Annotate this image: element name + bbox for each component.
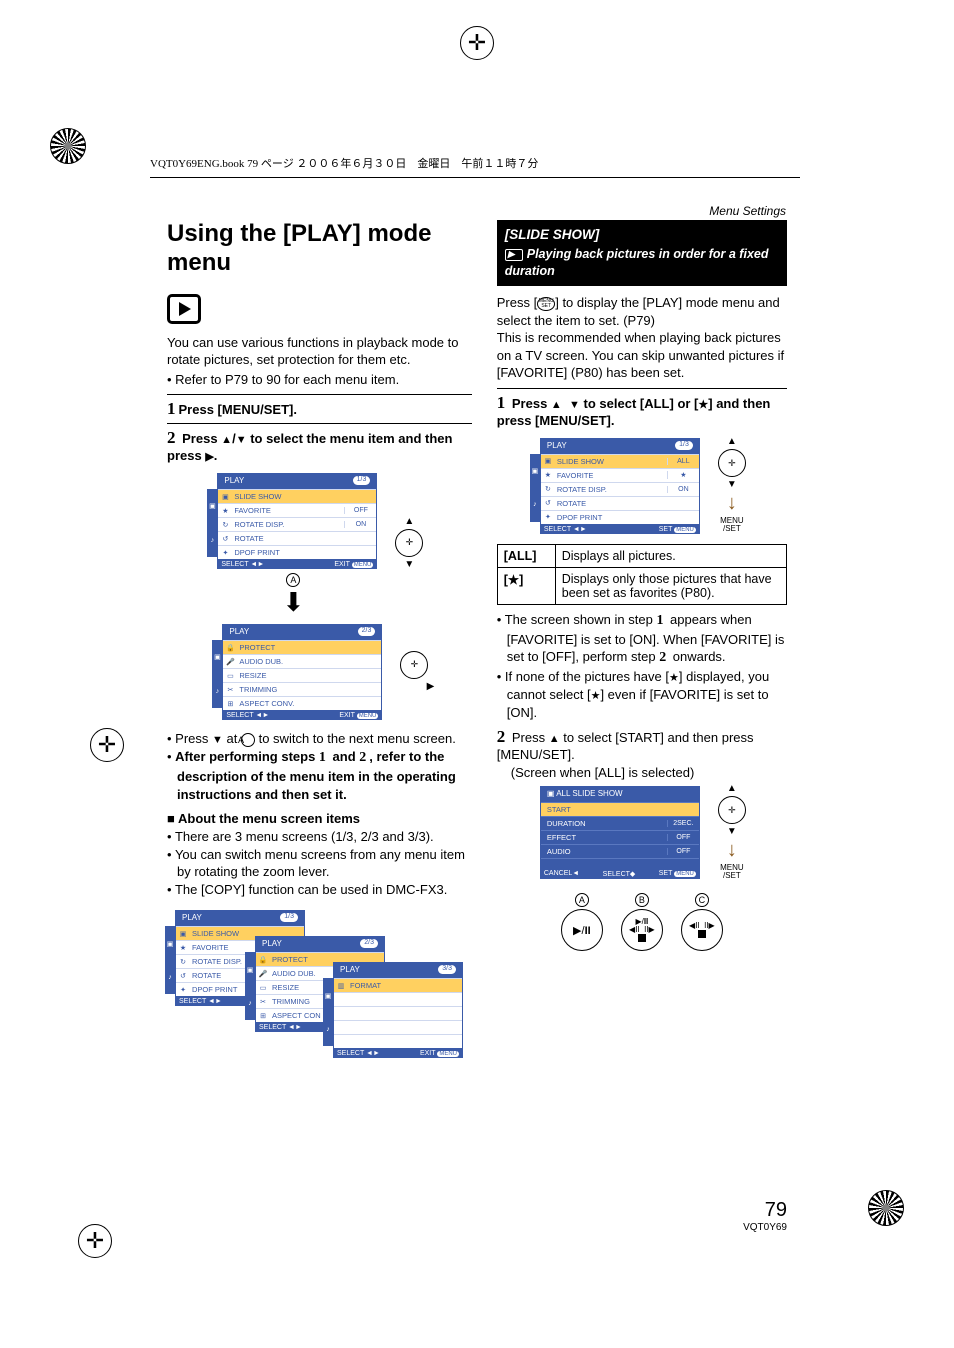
slideshow-intro: Press [MENUSET] to display the [PLAY] mo… (497, 294, 787, 329)
right-note: The screen shown in step 1 appears when … (497, 611, 787, 668)
joystick-icon: ✛ (400, 651, 428, 679)
right-step-2: 2 Press to select [START] and then press… (497, 727, 787, 780)
nav-up-icon: ▲ (404, 516, 414, 527)
nav-down-icon: ▼ (727, 479, 737, 490)
down-arrow-icon (569, 396, 580, 411)
after-steps-note: After performing steps 1 and 2, refer to… (167, 748, 472, 803)
up-arrow-icon (551, 396, 562, 411)
down-transition-icon (209, 587, 377, 618)
label-a: A (286, 573, 300, 587)
page-title: Using the [PLAY] mode menu (167, 220, 472, 278)
about-item: There are 3 menu screens (1/3, 2/3 and 3… (167, 828, 472, 846)
registration-target-icon (460, 26, 494, 60)
intro-ref: Refer to P79 to 90 for each menu item. (167, 371, 472, 389)
about-heading: About the menu screen items (167, 811, 472, 826)
down-arrow-icon (236, 431, 247, 446)
up-arrow-icon (549, 730, 560, 745)
slideshow-heading-box: [SLIDE SHOW] Playing back pictures in or… (497, 220, 787, 286)
right-arrow-icon (205, 448, 213, 463)
label-c: C (695, 893, 709, 907)
print-header: VQT0Y69ENG.book 79 ページ ２００６年６月３０日 金曜日 午前… (150, 155, 800, 178)
crop-mark-icon (868, 1190, 904, 1226)
menu-screenshot-1: ▣♪ PLAY1/3 ▣SLIDE SHOW ★FAVORITEOFF ↻ROT… (167, 467, 472, 618)
step-1: 1Press [MENU/SET]. (167, 394, 472, 424)
right-step-2-note: (Screen when [ALL] is selected) (511, 765, 787, 780)
running-header: Menu Settings (709, 204, 786, 218)
joystick-icon: ✛ (718, 796, 746, 824)
options-table: [ALL]Displays all pictures. [★]Displays … (497, 544, 787, 605)
right-menu-screenshot-1: ▣♪ PLAY1/3 ▣SLIDE SHOWALL ★FAVORITE★ ↻RO… (497, 432, 787, 538)
crop-mark-icon (50, 128, 86, 164)
menu-set-label: MENU/SET (720, 517, 744, 533)
nav-down-icon: ▼ (404, 559, 414, 570)
joystick-icon: ✛ (395, 529, 423, 557)
joystick-icon: ✛ (718, 449, 746, 477)
right-note: If none of the pictures have [] displaye… (497, 668, 787, 721)
menu-set-button-icon: MENUSET (537, 297, 555, 311)
nav-up-icon: ▲ (727, 783, 737, 794)
step-2: 2 Press / to select the menu item and th… (167, 428, 472, 463)
label-a: A (575, 893, 589, 907)
slideshow-intro-2: This is recommended when playing back pi… (497, 329, 787, 382)
nav-up-icon: ▲ (727, 436, 737, 447)
select-arrow-icon (727, 492, 737, 515)
right-column: [SLIDE SHOW] Playing back pictures in or… (497, 220, 787, 1258)
select-arrow-icon (727, 839, 737, 862)
slideshow-icon (505, 249, 523, 261)
menu-set-label: MENU/SET (720, 864, 744, 880)
remote-controls: A▶/II B▶/II◀II II▶ C◀II II▶ (497, 893, 787, 951)
star-icon (698, 396, 708, 411)
intro-text: You can use various functions in playbac… (167, 334, 472, 369)
right-menu-screenshot-2: ▣ ALL SLIDE SHOW START DURATION2SEC. EFF… (497, 780, 787, 883)
registration-target-icon (78, 1224, 112, 1258)
page-footer: 79 VQT0Y69 (743, 1199, 787, 1233)
menu-screenshot-2: ▣♪ PLAY2/3 🔒PROTECT 🎤AUDIO DUB. ▭RESIZE … (167, 618, 472, 724)
stacked-menu-screenshots: ▣♪ PLAY1/3 ▣SLIDE SHOW ★FAVORITE ↻ROTATE… (167, 904, 472, 1094)
about-item: The [COPY] function can be used in DMC-F… (167, 881, 472, 899)
book-line: VQT0Y69ENG.book 79 ページ ２００６年６月３０日 金曜日 午前… (150, 158, 538, 170)
press-at-a-note: Press at A to switch to the next menu sc… (167, 730, 472, 748)
left-column: Using the [PLAY] mode menu You can use v… (167, 220, 472, 1258)
registration-target-icon (90, 728, 124, 762)
nav-down-icon: ▼ (727, 826, 737, 837)
nav-right-icon: ▶ (427, 681, 435, 692)
playback-mode-icon (167, 294, 201, 324)
right-step-1: 1 Press to select [ALL] or [] and then p… (497, 388, 787, 428)
up-arrow-icon (221, 431, 232, 446)
label-b: B (635, 893, 649, 907)
about-item: You can switch menu screens from any men… (167, 846, 472, 881)
